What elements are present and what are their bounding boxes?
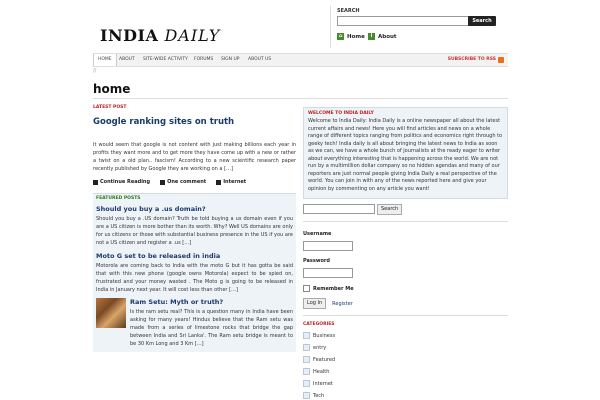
post-meta: Continue Reading One comment Internet [93,179,296,185]
folder-icon [303,344,310,351]
featured-post-excerpt: Is the ram setu real? This is a question… [130,309,293,347]
category-item-tech[interactable]: Tech [303,392,508,399]
password-field[interactable] [303,268,353,278]
site-header: INDIA DAILY SEARCH Search ⌂ Home i About [88,0,512,52]
title-divider [93,98,508,99]
username-field[interactable] [303,241,353,251]
welcome-title: WELCOME TO INDIA DAILY [308,111,374,116]
welcome-text: Welcome to India Daily: India Daily is a… [308,118,503,192]
latest-post-tag: LATEST POST [93,105,127,110]
search-input[interactable] [337,16,469,26]
category-link[interactable]: Internet [216,179,246,185]
folder-icon [303,368,310,375]
continue-reading-link[interactable]: Continue Reading [93,179,150,185]
featured-post-title[interactable]: Moto G set to be released in india [96,252,293,260]
category-label: Featured [313,356,336,363]
welcome-box: WELCOME TO INDIA DAILY Welcome to India … [303,107,508,199]
folder-icon [303,392,310,399]
featured-posts-tag: FEATURED POSTS [96,196,141,201]
category-item-internet[interactable]: Internet [303,380,508,387]
folder-icon [303,356,310,363]
remember-me[interactable]: Remember Me [303,285,508,292]
nav-item-about-us[interactable]: ABOUT US [244,54,275,66]
search-button[interactable]: Search [468,16,496,26]
subscribe-rss-link[interactable]: SUBSCRIBE TO RSS [448,54,504,66]
nav-item-sign-up[interactable]: SIGN UP [217,54,243,66]
latest-post-excerpt: It would seem that google is not content… [93,142,296,172]
register-link[interactable]: Register [332,301,353,307]
category-item-health[interactable]: Health [303,368,508,375]
folder-icon [216,179,222,185]
password-label: Password [303,258,330,264]
category-item-business[interactable]: Business [303,332,508,339]
info-icon: i [368,33,375,40]
sidebar-search: Search [303,204,508,215]
sidebar-divider [303,221,508,222]
category-item-entry[interactable]: entry [303,344,508,351]
arrow-icon [93,179,98,185]
category-item-featured[interactable]: Featured [303,356,508,363]
breadcrumb: // [93,68,97,74]
username-label: Username [303,231,332,237]
featured-posts: FEATURED POSTS Should you buy a .us doma… [93,193,296,352]
folder-icon [303,332,310,339]
comments-link[interactable]: One comment [160,179,206,185]
header-divider [330,6,331,48]
post-thumbnail[interactable] [96,298,126,328]
about-link-label: About [378,33,397,40]
remember-me-label: Remember Me [313,285,354,292]
featured-post-title[interactable]: Ram Setu: Myth or truth? [130,298,293,306]
categories-title: CATEGORIES [303,322,335,327]
home-icon: ⌂ [337,33,344,40]
comment-icon [160,179,166,185]
category-label: Business [313,332,336,339]
featured-post-with-thumb: Ram Setu: Myth or truth? Is the ram setu… [96,298,293,348]
continue-reading-label: Continue Reading [100,179,151,185]
latest-post-title[interactable]: Google ranking sites on truth [93,117,296,127]
search-label: SEARCH [337,8,360,14]
rss-label: SUBSCRIBE TO RSS [447,57,496,62]
folder-icon [303,380,310,387]
nav-item-forums[interactable]: FORUMS [190,54,217,66]
remember-me-checkbox[interactable] [303,285,310,292]
nav-item-site-wide-activity[interactable]: SITE-WIDE ACTIVITY [139,54,192,66]
featured-post-excerpt: Motorola are coming back to India with t… [96,263,293,293]
logo-main: INDIA [100,26,165,45]
page-title: home [93,82,131,96]
login-row: Log In Register [303,298,508,309]
header-about-link[interactable]: i About [368,33,397,40]
page: INDIA DAILY SEARCH Search ⌂ Home i About… [0,0,600,400]
login-button[interactable]: Log In [303,298,327,309]
nav-item-home[interactable]: HOME [93,54,117,66]
home-link-label: Home [347,33,365,40]
comments-label: One comment [167,179,207,185]
sidebar-search-input[interactable] [303,204,375,214]
category-label: Internet [223,179,247,185]
nav-item-about[interactable]: ABOUT [115,54,139,66]
header-home-link[interactable]: ⌂ Home [337,33,365,40]
site-logo[interactable]: INDIA DAILY [100,26,220,45]
sidebar: WELCOME TO INDIA DAILY Welcome to India … [303,100,508,399]
main-nav: HOME ABOUT SITE-WIDE ACTIVITY FORUMS SIG… [93,53,508,67]
category-label: Health [313,368,330,375]
category-label: Internet [313,380,333,387]
sidebar-divider [303,315,508,316]
category-label: Tech [313,392,325,399]
featured-post-title[interactable]: Should you buy a .us domain? [96,205,293,213]
main-column: LATEST POST Google ranking sites on trut… [93,100,296,352]
featured-post-excerpt: Should you buy a .US domain? Truth be to… [96,216,293,246]
sidebar-search-button[interactable]: Search [377,204,403,215]
rss-icon [498,57,504,63]
logo-italic: DAILY [164,26,221,45]
category-label: entry [313,344,327,351]
